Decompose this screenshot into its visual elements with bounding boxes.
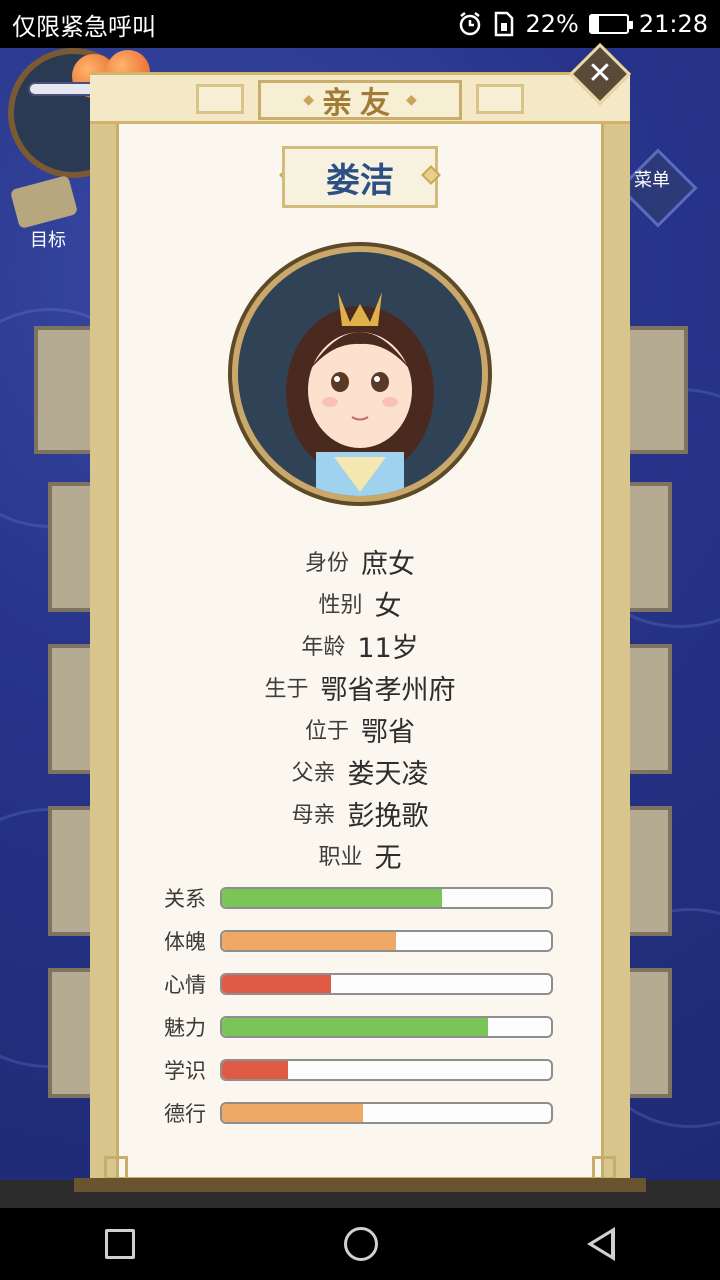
header-deco-left — [196, 84, 244, 114]
corner-ornament — [592, 1156, 616, 1180]
battery-fill — [590, 16, 599, 32]
info-label: 职业 — [318, 845, 363, 870]
stat-row-virtue: 德行 — [164, 1098, 564, 1128]
info-value: 女 — [374, 590, 402, 622]
status-icons: 22% ⚡ 21:28 — [457, 10, 708, 38]
battery-icon: ⚡ — [588, 14, 633, 34]
close-icon[interactable]: ✕ — [578, 52, 622, 96]
character-name: 娄洁 — [326, 160, 394, 201]
info-row-gender: 性别 女 — [160, 582, 560, 624]
character-info-list: 身份 庶女 性别 女 年龄 11岁 生于 鄂省孝州府 位于 鄂省 父亲 娄天凌 … — [160, 540, 560, 876]
info-row-location: 位于 鄂省 — [160, 708, 560, 750]
info-value: 鄂省孝州府 — [320, 674, 456, 706]
stat-row-relationship: 关系 — [164, 883, 564, 913]
info-label: 位于 — [304, 719, 349, 744]
info-row-age: 年龄 11岁 — [160, 624, 560, 666]
panel-title: 亲友 — [322, 86, 398, 121]
system-nav-bar — [0, 1208, 720, 1280]
info-row-father: 父亲 娄天凌 — [160, 750, 560, 792]
character-name-plate: 娄洁 — [282, 146, 438, 208]
stat-bar-fill — [222, 889, 443, 907]
carrier-text: 仅限紧急呼叫 — [12, 12, 156, 41]
info-value: 彭挽歌 — [347, 800, 429, 832]
menu-label[interactable]: 菜单 — [634, 166, 670, 192]
alarm-icon — [460, 12, 481, 36]
stat-bar-fill — [222, 1104, 364, 1122]
stat-row-knowledge: 学识 — [164, 1055, 564, 1085]
stat-label: 学识 — [164, 1059, 206, 1083]
info-value: 鄂省 — [361, 716, 415, 748]
stat-bar — [220, 973, 553, 995]
info-label: 年龄 — [301, 635, 346, 660]
clock: 21:28 — [638, 10, 708, 38]
stat-label: 关系 — [164, 887, 206, 911]
charging-bolt-icon: ⚡ — [600, 14, 613, 33]
recents-button[interactable] — [104, 1229, 135, 1259]
info-label: 父亲 — [291, 761, 336, 786]
stat-bar-fill — [222, 1061, 288, 1079]
info-value: 11岁 — [357, 632, 419, 664]
info-row-mother: 母亲 彭挽歌 — [160, 792, 560, 834]
stat-bar-fill — [222, 1018, 489, 1036]
stat-bar — [220, 1102, 553, 1124]
stat-row-charm: 魅力 — [164, 1012, 564, 1042]
info-row-occupation: 职业 无 — [160, 834, 560, 876]
info-label: 身份 — [304, 551, 349, 576]
info-row-birthplace: 生于 鄂省孝州府 — [160, 666, 560, 708]
stat-bar — [220, 887, 553, 909]
stat-bar — [220, 1016, 553, 1038]
home-button[interactable] — [343, 1227, 378, 1261]
info-row-identity: 身份 庶女 — [160, 540, 560, 582]
back-button[interactable] — [587, 1227, 616, 1261]
target-scroll-icon[interactable] — [9, 174, 79, 230]
stat-row-physique: 体魄 — [164, 926, 564, 956]
info-label: 性别 — [318, 593, 363, 618]
info-value: 无 — [374, 842, 402, 874]
stat-bar-fill — [222, 975, 331, 993]
stat-label: 体魄 — [164, 930, 206, 954]
sim-icon — [495, 11, 514, 37]
stat-label: 心情 — [164, 973, 206, 997]
stat-row-mood: 心情 — [164, 969, 564, 999]
info-value: 庶女 — [361, 548, 415, 580]
panel-title-plate: ◆ 亲友 ◆ — [258, 80, 462, 121]
target-label[interactable]: 目标 — [30, 226, 66, 252]
battery-percent: 22% — [525, 10, 579, 38]
stat-bar-fill — [222, 932, 397, 950]
stat-label: 魅力 — [164, 1016, 206, 1040]
corner-ornament — [104, 1156, 128, 1180]
info-value: 娄天凌 — [347, 758, 429, 790]
stat-label: 德行 — [164, 1102, 206, 1126]
stat-bar — [220, 930, 553, 952]
status-bar: 仅限紧急呼叫 22% ⚡ 21:28 — [0, 0, 720, 48]
panel-bottom-edge — [74, 1178, 646, 1192]
info-label: 母亲 — [291, 803, 336, 828]
character-portrait — [238, 252, 482, 496]
header-deco-right — [476, 84, 524, 114]
info-label: 生于 — [264, 677, 309, 702]
stat-bar — [220, 1059, 553, 1081]
